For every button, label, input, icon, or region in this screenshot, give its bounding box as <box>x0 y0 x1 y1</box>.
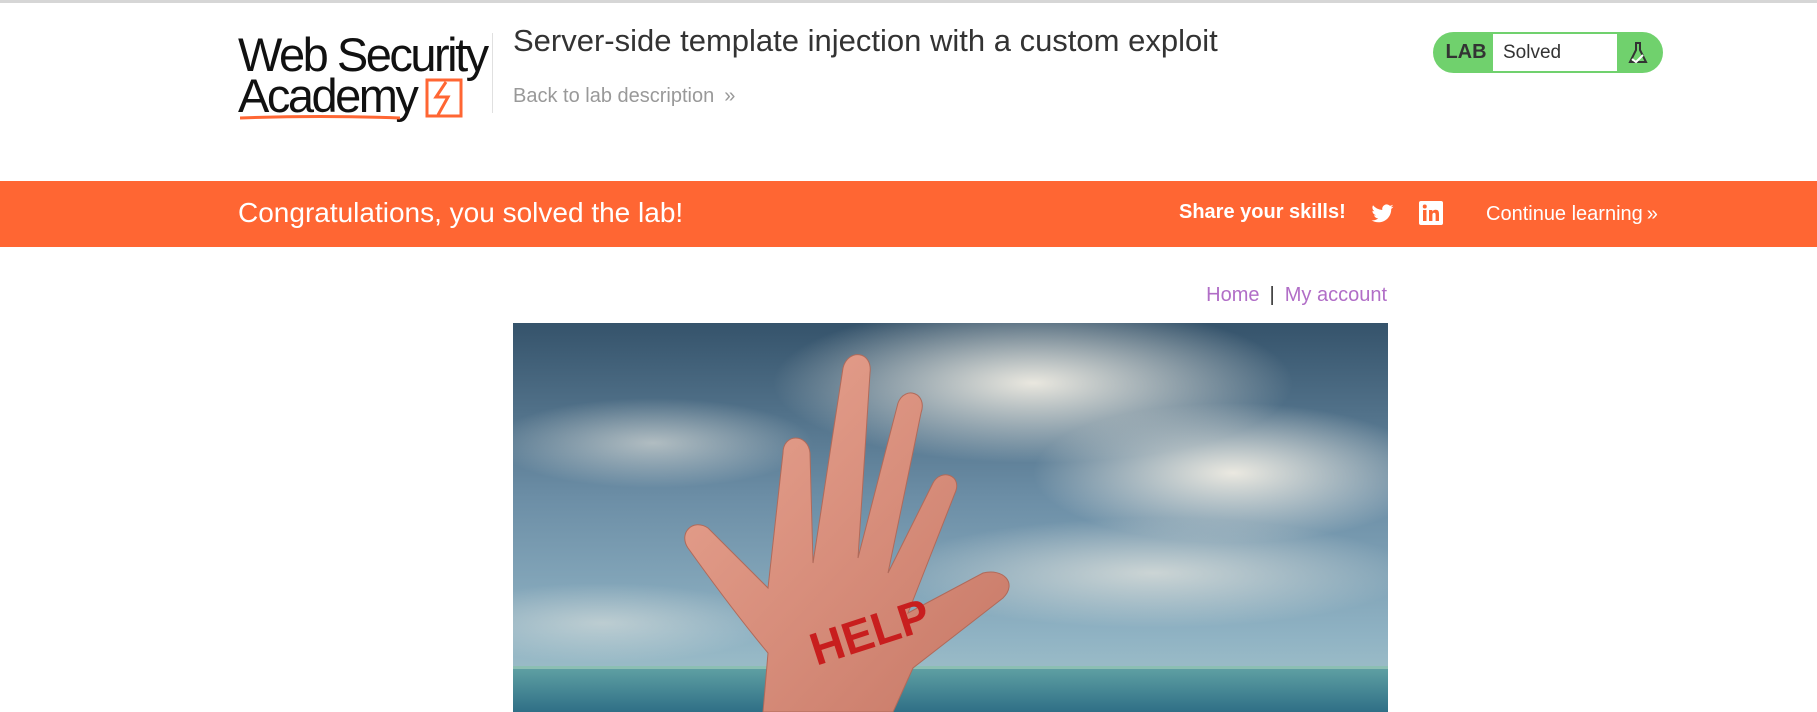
home-link[interactable]: Home <box>1206 284 1259 306</box>
logo-underline <box>240 115 400 120</box>
lightning-mark-icon <box>425 78 463 118</box>
logo-line-2: Academy <box>238 69 419 122</box>
header-divider <box>492 33 493 113</box>
flask-check-icon <box>1628 42 1648 64</box>
double-chevron-right-icon: » <box>724 85 736 107</box>
back-to-description-link[interactable]: Back to lab description » <box>513 85 735 108</box>
continue-learning-link[interactable]: Continue learning» <box>1486 203 1658 226</box>
twitter-icon[interactable] <box>1370 202 1395 226</box>
lab-title: Server-side template injection with a cu… <box>513 23 1218 58</box>
my-account-link[interactable]: My account <box>1285 284 1387 306</box>
top-nav: Home | My account <box>1180 284 1387 307</box>
lab-status-value: Solved <box>1493 34 1617 71</box>
lab-tag: LAB <box>1445 41 1487 63</box>
help-hand-photo: HELP <box>513 323 1388 712</box>
back-link-label: Back to lab description <box>513 85 715 107</box>
hero-image: HELP <box>513 323 1388 712</box>
share-label: Share your skills! <box>1179 201 1346 223</box>
linkedin-icon[interactable] <box>1419 201 1443 225</box>
double-chevron-right-icon: » <box>1646 203 1658 225</box>
header: Web Security Academy Server-side templat… <box>0 3 1817 181</box>
continue-learning-label: Continue learning <box>1486 203 1643 225</box>
lab-status-widget: LAB Solved <box>1433 32 1663 73</box>
banner-message: Congratulations, you solved the lab! <box>238 197 684 228</box>
web-security-academy-logo[interactable]: Web Security Academy <box>238 27 489 123</box>
nav-separator: | <box>1269 284 1275 306</box>
congratulations-banner: Congratulations, you solved the lab! Sha… <box>0 181 1817 247</box>
